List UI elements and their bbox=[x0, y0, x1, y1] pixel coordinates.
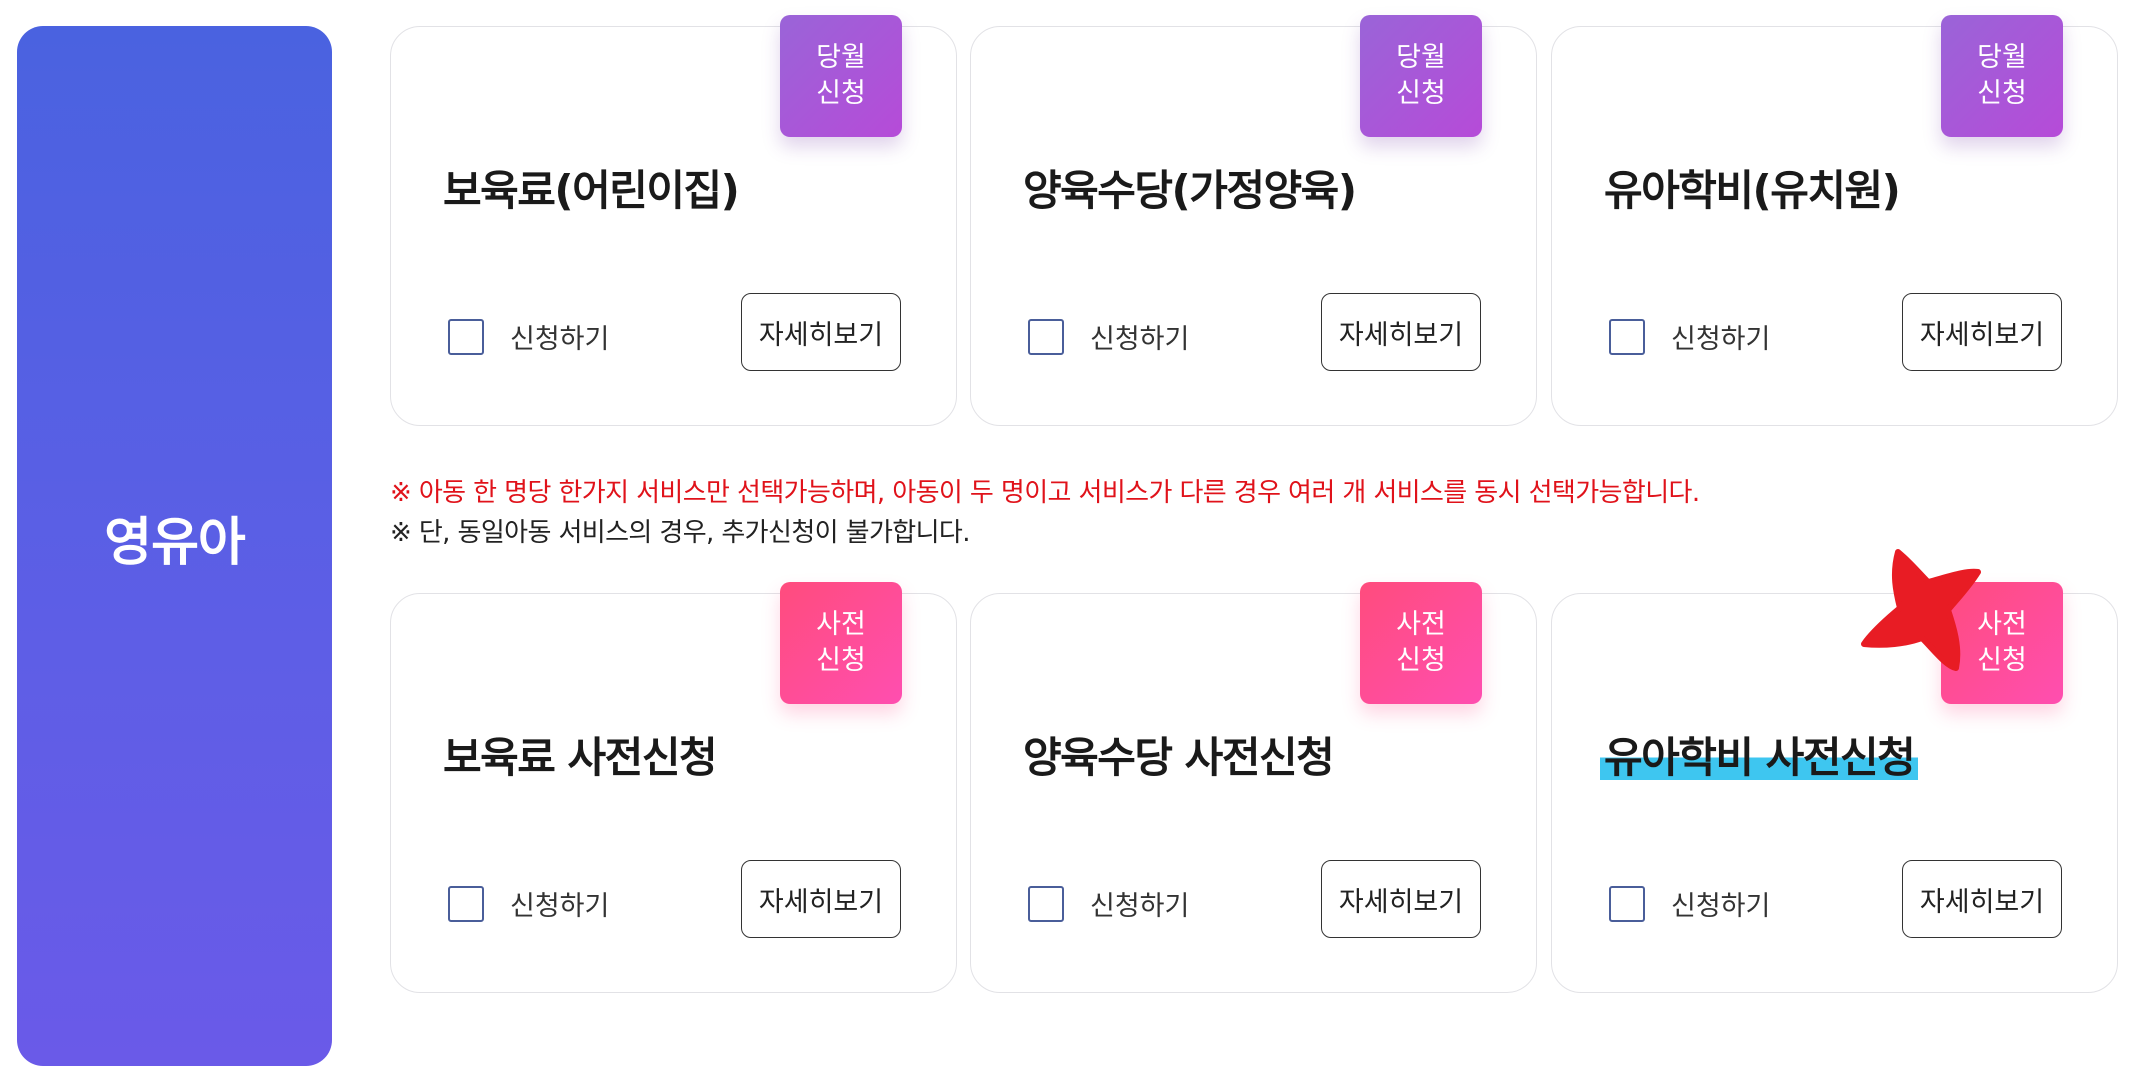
apply-checkbox-label[interactable]: 신청하기 bbox=[1090, 884, 1189, 923]
badge-line-2: 신청 bbox=[1396, 645, 1446, 676]
pre-application-badge: 사전 신청 bbox=[1360, 582, 1482, 704]
badge-line-1: 당월 bbox=[1396, 42, 1446, 73]
current-month-badge: 당월 신청 bbox=[780, 15, 902, 137]
apply-checkbox[interactable] bbox=[448, 318, 484, 355]
service-card-parenting-allowance-pre: 사전 신청 양육수당 사전신청 신청하기 자세히보기 bbox=[970, 582, 1537, 993]
category-title: 영유아 bbox=[104, 512, 246, 573]
apply-checkbox-row[interactable]: 신청하기 bbox=[1609, 884, 1770, 923]
badge-line-2: 신청 bbox=[1396, 78, 1446, 109]
pre-application-badge: 사전 신청 bbox=[780, 582, 902, 704]
card-title-highlighted: 유아학비 사전신청 bbox=[1600, 724, 1919, 785]
service-card-childcare-fee: 당월 신청 보육료(어린이집) 신청하기 자세히보기 bbox=[390, 15, 957, 426]
notice-selection-rule: ※ 아동 한 명당 한가지 서비스만 선택가능하며, 아동이 두 명이고 서비스… bbox=[390, 478, 1700, 508]
view-details-button[interactable]: 자세히보기 bbox=[741, 293, 901, 371]
card-title: 양육수당 사전신청 bbox=[1023, 733, 1335, 782]
card-title: 보육료 사전신청 bbox=[443, 733, 718, 782]
card-title: 양육수당(가정양육) bbox=[1023, 166, 1357, 215]
apply-checkbox-label[interactable]: 신청하기 bbox=[1671, 317, 1770, 356]
badge-line-1: 사전 bbox=[816, 609, 866, 640]
card-title: 유아학비(유치원) bbox=[1604, 166, 1901, 215]
apply-checkbox[interactable] bbox=[1028, 885, 1064, 922]
badge-line-1: 사전 bbox=[1396, 609, 1446, 640]
service-card-childcare-fee-pre: 사전 신청 보육료 사전신청 신청하기 자세히보기 bbox=[390, 582, 957, 993]
apply-checkbox-label[interactable]: 신청하기 bbox=[510, 317, 609, 356]
view-details-button[interactable]: 자세히보기 bbox=[741, 860, 901, 938]
apply-checkbox-label[interactable]: 신청하기 bbox=[1090, 317, 1189, 356]
apply-checkbox-row[interactable]: 신청하기 bbox=[1609, 317, 1770, 356]
category-sidebar: 영유아 bbox=[17, 26, 332, 1066]
badge-line-1: 당월 bbox=[1977, 42, 2027, 73]
current-month-badge: 당월 신청 bbox=[1360, 15, 1482, 137]
view-details-button[interactable]: 자세히보기 bbox=[1321, 860, 1481, 938]
view-details-button[interactable]: 자세히보기 bbox=[1902, 293, 2062, 371]
badge-line-2: 신청 bbox=[816, 78, 866, 109]
apply-checkbox-row[interactable]: 신청하기 bbox=[448, 317, 609, 356]
service-card-kindergarten-fee-pre: 사전 신청 유아학비 사전신청 신청하기 자세히보기 bbox=[1551, 582, 2118, 993]
star-annotation-icon bbox=[1861, 549, 1981, 671]
apply-checkbox[interactable] bbox=[448, 885, 484, 922]
apply-checkbox-row[interactable]: 신청하기 bbox=[1028, 884, 1189, 923]
service-card-kindergarten-fee: 당월 신청 유아학비(유치원) 신청하기 자세히보기 bbox=[1551, 15, 2118, 426]
badge-line-1: 당월 bbox=[816, 42, 866, 73]
badge-line-2: 신청 bbox=[816, 645, 866, 676]
current-month-badge: 당월 신청 bbox=[1941, 15, 2063, 137]
notice-duplicate-rule: ※ 단, 동일아동 서비스의 경우, 추가신청이 불가합니다. bbox=[390, 518, 970, 548]
apply-checkbox-label[interactable]: 신청하기 bbox=[510, 884, 609, 923]
apply-checkbox-row[interactable]: 신청하기 bbox=[1028, 317, 1189, 356]
star-shape bbox=[1861, 549, 1981, 671]
apply-checkbox-row[interactable]: 신청하기 bbox=[448, 884, 609, 923]
apply-checkbox[interactable] bbox=[1028, 318, 1064, 355]
badge-line-2: 신청 bbox=[1977, 78, 2027, 109]
card-title: 보육료(어린이집) bbox=[443, 166, 740, 215]
view-details-button[interactable]: 자세히보기 bbox=[1902, 860, 2062, 938]
view-details-button[interactable]: 자세히보기 bbox=[1321, 293, 1481, 371]
apply-checkbox[interactable] bbox=[1609, 318, 1645, 355]
service-card-parenting-allowance: 당월 신청 양육수당(가정양육) 신청하기 자세히보기 bbox=[970, 15, 1537, 426]
apply-checkbox[interactable] bbox=[1609, 885, 1645, 922]
apply-checkbox-label[interactable]: 신청하기 bbox=[1671, 884, 1770, 923]
